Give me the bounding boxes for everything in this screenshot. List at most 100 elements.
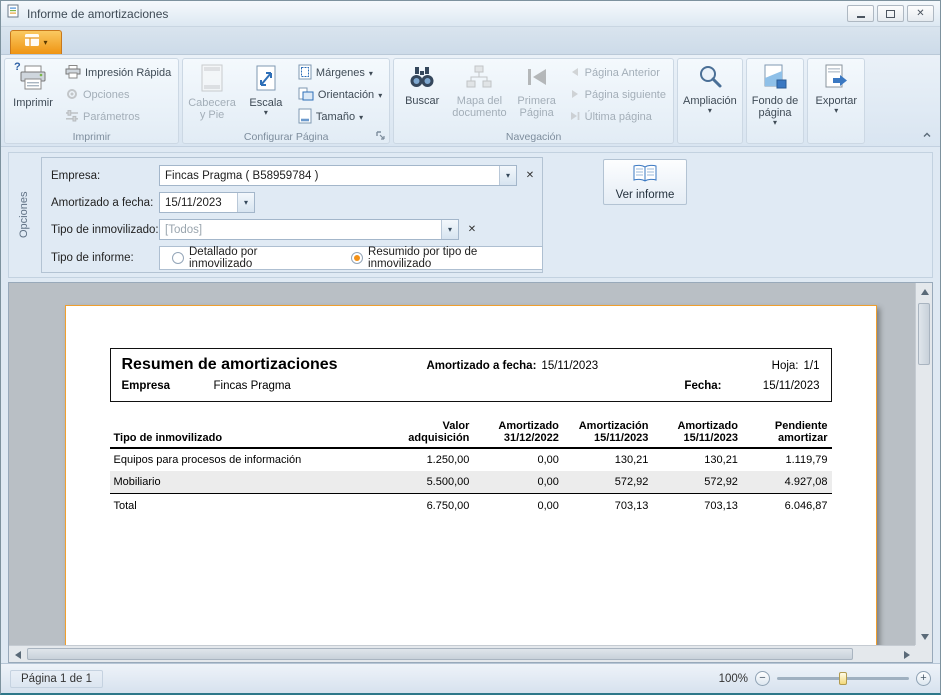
header-footer-icon: [200, 64, 224, 95]
zoom-in-button[interactable]: +: [916, 671, 931, 686]
cell: 0,00: [473, 448, 563, 471]
zoom-slider[interactable]: [777, 670, 909, 687]
tipo-inmovilizado-value: [Todos]: [160, 224, 441, 236]
print-options-button: Opciones: [60, 85, 176, 105]
options-panel: Opciones Empresa: Fincas Pragma ( B58959…: [8, 152, 933, 278]
cell: 130,21: [563, 448, 653, 471]
chevron-down-icon: ▾: [448, 225, 452, 234]
table-row: Equipos para procesos de información 1.2…: [110, 448, 832, 471]
page-background-button[interactable]: Fondo de página ▾: [749, 60, 801, 130]
chevron-down-icon: ▾: [834, 107, 838, 114]
previous-page-icon: [569, 66, 581, 81]
empresa-dropdown-button[interactable]: ▾: [499, 166, 516, 185]
cell: 572,92: [563, 471, 653, 494]
last-page-icon: [569, 110, 581, 125]
margins-button[interactable]: Márgenes ▾: [293, 63, 387, 83]
scroll-up-button[interactable]: [916, 283, 933, 300]
scale-button[interactable]: Escala ▾: [240, 60, 292, 130]
print-parameters-label: Parámetros: [83, 111, 140, 123]
radio-detallado[interactable]: Detallado por inmovilizado: [172, 246, 313, 270]
fecha-dropdown-button[interactable]: ▾: [237, 193, 254, 212]
options-fields: Empresa: Fincas Pragma ( B58959784 ) ▾ ✕…: [41, 157, 543, 273]
vertical-scrollbar[interactable]: [915, 283, 932, 645]
collapse-ribbon-button[interactable]: [919, 128, 935, 142]
tipo-informe-label: Tipo de informe:: [51, 252, 159, 264]
report-title: Resumen de amortizaciones: [122, 356, 427, 374]
search-label: Buscar: [405, 95, 439, 107]
tipo-dropdown-button[interactable]: ▾: [441, 220, 458, 239]
ribbon: ? Imprimir Impresión Rápida Opciones: [1, 55, 940, 147]
chevron-down-icon: ▾: [378, 91, 382, 100]
scroll-right-button[interactable]: [898, 646, 915, 663]
close-button[interactable]: ✕: [907, 5, 934, 22]
minimize-icon: [857, 16, 865, 18]
horizontal-scroll-thumb[interactable]: [27, 648, 853, 660]
window-controls: ✕: [847, 5, 934, 22]
radio-detallado-label: Detallado por inmovilizado: [189, 246, 313, 270]
zoom-out-button[interactable]: −: [755, 671, 770, 686]
report-hoja-label: Hoja:: [772, 360, 799, 372]
page-info: Página 1 de 1: [10, 670, 103, 688]
table-header-row: Tipo de inmovilizado Valor adquisición A…: [110, 418, 832, 448]
col-tipo-inmovilizado: Tipo de inmovilizado: [110, 418, 384, 448]
ribbon-group-configurar-pagina: Cabecera y Pie Escala ▾ Márgenes ▾ Ori: [182, 58, 390, 144]
group-caption-imprimir: Imprimir: [7, 130, 176, 144]
minimize-button[interactable]: [847, 5, 874, 22]
radio-resumido[interactable]: Resumido por tipo de inmovilizado: [351, 246, 530, 270]
export-button[interactable]: Exportar ▾: [810, 60, 862, 130]
orientation-button[interactable]: Orientación ▾: [293, 85, 387, 105]
size-label: Tamaño: [316, 111, 355, 123]
size-button[interactable]: Tamaño ▾: [293, 107, 387, 127]
col-amortizacion-2023: Amortización 15/11/2023: [563, 418, 653, 448]
zoom-slider-thumb[interactable]: [839, 672, 847, 685]
zoom-button[interactable]: Ampliación ▾: [680, 60, 740, 130]
maximize-icon: [886, 10, 895, 18]
cell: 4.927,08: [742, 471, 832, 494]
minus-icon: −: [759, 673, 765, 684]
search-button[interactable]: Buscar: [396, 60, 448, 130]
ver-informe-button[interactable]: Ver informe: [603, 159, 687, 205]
ribbon-group-fondo-pagina: Fondo de página ▾: [746, 58, 804, 144]
options-panel-tab[interactable]: Opciones: [15, 157, 33, 273]
dialog-launcher-icon[interactable]: [375, 130, 386, 141]
radio-selected-icon: [351, 252, 363, 264]
cell: Mobiliario: [110, 471, 384, 494]
cell: 1.119,79: [742, 448, 832, 471]
application-menu-button[interactable]: ▾: [10, 30, 62, 54]
titlebar: Informe de amortizaciones ✕: [1, 1, 940, 27]
empresa-combobox[interactable]: Fincas Pragma ( B58959784 ) ▾: [159, 165, 517, 186]
amortizado-fecha-value: 15/11/2023: [160, 197, 237, 209]
next-page-icon: [569, 88, 581, 103]
col-pendiente: Pendiente amortizar: [742, 418, 832, 448]
quick-print-icon: [65, 65, 81, 82]
zoom-percentage: 100%: [719, 673, 748, 685]
cell: 572,92: [652, 471, 742, 494]
radio-resumido-label: Resumido por tipo de inmovilizado: [368, 246, 530, 270]
scroll-left-button[interactable]: [9, 646, 26, 663]
table-row: Mobiliario 5.500,00 0,00 572,92 572,92 4…: [110, 471, 832, 494]
quick-print-label: Impresión Rápida: [85, 67, 171, 79]
scroll-down-button[interactable]: [916, 628, 933, 645]
horizontal-scrollbar[interactable]: [9, 645, 915, 662]
quick-print-button[interactable]: Impresión Rápida: [60, 63, 176, 83]
empresa-clear-button[interactable]: ✕: [521, 166, 539, 186]
report-amortizado-label: Amortizado a fecha:: [427, 360, 537, 372]
maximize-button[interactable]: [877, 5, 904, 22]
first-page-button: Primera Página: [511, 60, 563, 130]
amortizado-fecha-dateedit[interactable]: 15/11/2023 ▾: [159, 192, 255, 213]
report-fecha-label: Fecha:: [684, 380, 721, 392]
chevron-down-icon: ▾: [43, 38, 47, 47]
app-window: Informe de amortizaciones ✕ ▾ ?: [0, 0, 941, 695]
report-empresa-label: Empresa: [122, 380, 214, 392]
print-button[interactable]: ? Imprimir: [7, 60, 59, 130]
report-book-icon: [632, 164, 658, 187]
tipo-informe-radiogroup: Detallado por inmovilizado Resumido por …: [159, 246, 543, 270]
cell: 0,00: [473, 471, 563, 494]
tipo-clear-button[interactable]: ✕: [463, 220, 481, 240]
chevron-down-icon: ▾: [708, 107, 712, 114]
app-menu-icon: [24, 33, 40, 52]
tipo-inmovilizado-combobox[interactable]: [Todos] ▾: [159, 219, 459, 240]
print-parameters-icon: [65, 109, 79, 126]
vertical-scroll-thumb[interactable]: [918, 303, 930, 365]
magnifier-icon: [697, 64, 723, 93]
